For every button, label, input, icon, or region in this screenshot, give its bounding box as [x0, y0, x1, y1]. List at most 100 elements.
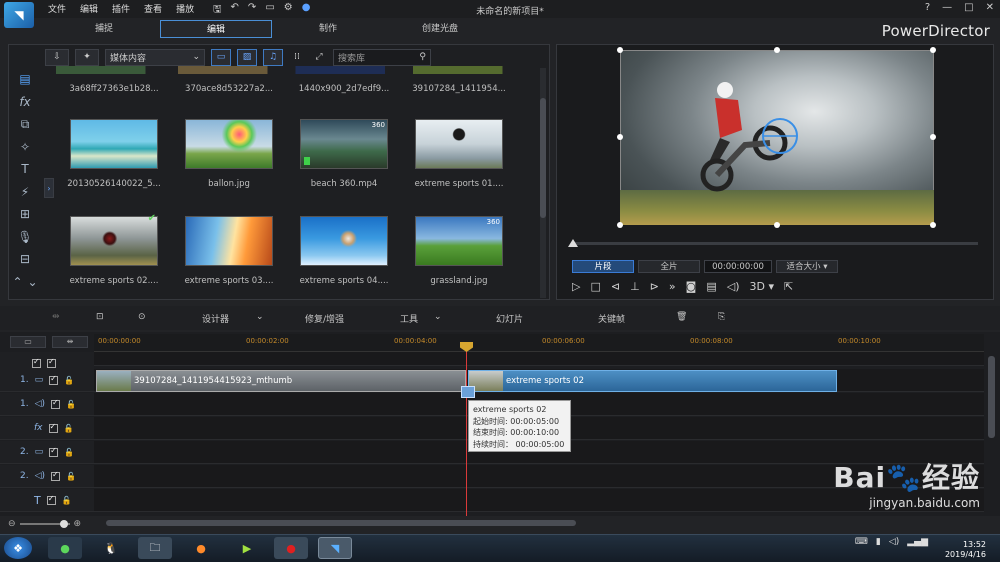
library-item[interactable]: 20130526140022_5... [60, 119, 168, 189]
library-item[interactable]: 360 beach 360.mp4 [290, 119, 398, 189]
filter-audio-icon[interactable]: ♫ [263, 48, 283, 66]
tab-capture[interactable]: 捕捉 [48, 20, 160, 38]
close-button[interactable]: ✕ [986, 2, 994, 13]
lock-icon[interactable]: 🔓 [64, 376, 74, 385]
track-enable-checkbox[interactable] [48, 422, 58, 433]
slideshow-button[interactable]: 幻灯片 [496, 312, 523, 325]
menu-edit[interactable]: 编辑 [80, 2, 98, 15]
next-frame-icon[interactable]: ⊳ [650, 280, 659, 293]
library-item[interactable]: ✔ extreme sports 02.... [60, 213, 168, 286]
zoom-in-icon[interactable]: ⊕ [74, 519, 82, 529]
chapter-room-icon[interactable]: ⊟ [10, 248, 40, 271]
track-enable-checkbox[interactable] [46, 494, 56, 505]
filter-image-icon[interactable]: ▨ [237, 48, 257, 66]
track-manager-icon[interactable]: ▭ [10, 336, 46, 348]
tools-button[interactable]: 工具 [400, 312, 418, 325]
designer-button[interactable]: 设计器 [202, 312, 229, 325]
library-item[interactable]: extreme sports 03.... [175, 216, 283, 286]
timeline-horizontal-scrollbar[interactable] [106, 520, 576, 526]
resize-handle[interactable] [617, 134, 623, 140]
play-icon[interactable]: ▷ [572, 280, 580, 293]
library-search-input[interactable]: 搜索库 ⚲ [333, 48, 431, 66]
redo-icon[interactable]: ↷ [248, 2, 256, 19]
taskbar-app-qq[interactable]: 🐧 [94, 537, 128, 559]
playhead-line[interactable] [466, 344, 467, 516]
preview-timecode[interactable]: 00:00:00:00 [704, 260, 772, 273]
library-scrollbar[interactable] [540, 68, 546, 298]
media-room-icon[interactable]: ▤ [10, 68, 40, 91]
snapshot-icon[interactable]: ◙ [686, 280, 697, 293]
taskbar-app-media[interactable]: ▶ [230, 537, 264, 559]
chevron-down-icon[interactable]: ⌄ [256, 312, 264, 322]
lock-icon[interactable]: 🔓 [64, 424, 74, 433]
expand-icon[interactable]: ⤢ [311, 49, 327, 66]
zoom-slider[interactable] [19, 520, 70, 528]
lock-icon[interactable]: 🔓 [66, 400, 76, 409]
lock-icon[interactable]: 🔓 [64, 448, 74, 457]
crop-icon[interactable]: ⊡ [96, 312, 104, 322]
chevron-down-icon[interactable]: ⌄ [27, 275, 37, 289]
settings-icon[interactable]: ⚙ [284, 2, 293, 19]
library-item[interactable]: extreme sports 04.... [290, 216, 398, 286]
taskbar-app-powerdirector[interactable]: ◥ [318, 537, 352, 559]
pip-room-icon[interactable]: ⧉ [10, 113, 40, 136]
taskbar-app-firefox[interactable]: ● [184, 537, 218, 559]
timeline-vertical-scrollbar[interactable] [988, 356, 995, 438]
resize-handle[interactable] [930, 222, 936, 228]
menu-plugins[interactable]: 插件 [112, 2, 130, 15]
track-enable-checkbox[interactable] [49, 374, 59, 385]
taskbar-app-360[interactable]: ● [48, 537, 82, 559]
tab-create-disc[interactable]: 创建光盘 [384, 20, 496, 38]
expand-library-icon[interactable]: › [44, 178, 54, 198]
split-marker-icon[interactable]: ⊥ [630, 280, 640, 293]
network-icon[interactable]: ▂▄▆ [907, 537, 928, 547]
dropdown-circle-icon[interactable]: ⊙ [138, 312, 146, 322]
start-button[interactable]: ❖ [4, 537, 32, 559]
scrub-knob[interactable] [568, 239, 578, 247]
fast-forward-icon[interactable]: » [669, 280, 676, 293]
particle-room-icon[interactable]: ✧ [10, 136, 40, 159]
resize-handle[interactable] [617, 47, 623, 53]
taskbar-app-recorder[interactable]: ● [274, 537, 308, 559]
resize-handle[interactable] [617, 222, 623, 228]
plugin-icon[interactable]: ✦ [75, 48, 99, 66]
lock-icon[interactable]: 🔓 [62, 496, 72, 505]
import-icon[interactable]: ⇩ [45, 48, 69, 66]
effect-room-icon[interactable]: fx [10, 91, 40, 114]
transition-room-icon[interactable]: ⚡ [10, 181, 40, 204]
tab-edit[interactable]: 编辑 [160, 20, 272, 38]
library-scroll-thumb[interactable] [540, 98, 546, 218]
volume-icon[interactable]: ◁) [727, 280, 740, 293]
audio-mixing-icon[interactable]: ⊞ [10, 203, 40, 226]
taskbar-app-explorer[interactable]: 🗀 [138, 537, 172, 559]
restore-button[interactable]: □ [964, 2, 973, 13]
media-content-dropdown[interactable]: 媒体内容 ⌄ [105, 48, 205, 66]
resize-handle[interactable] [774, 222, 780, 228]
resize-handle[interactable] [930, 47, 936, 53]
chevron-up-icon[interactable]: ⌃ [12, 275, 22, 289]
keyframe-button[interactable]: 关键帧 [598, 312, 625, 325]
resize-handle[interactable] [774, 47, 780, 53]
keyboard-icon[interactable]: ⌨ [855, 537, 868, 547]
fit-timeline-icon[interactable]: ⇹ [52, 336, 88, 348]
previous-frame-icon[interactable]: ⊲ [611, 280, 620, 293]
3d-mode-button[interactable]: 3D ▾ [750, 280, 775, 293]
grid-view-icon[interactable]: ⁞⁞ [289, 49, 305, 66]
stop-icon[interactable]: □ [590, 280, 600, 293]
resize-handle[interactable] [930, 134, 936, 140]
undo-icon[interactable]: ↶ [231, 2, 239, 19]
trash-icon[interactable]: 🗑 [676, 312, 687, 322]
volume-icon[interactable]: ◁) [889, 537, 899, 547]
clip-mode-tab[interactable]: 片段 [572, 260, 634, 273]
taskbar-clock[interactable]: 13:52 2019/4/16 [945, 540, 986, 560]
zoom-out-icon[interactable]: ⊖ [8, 519, 16, 529]
title-room-icon[interactable]: T [10, 158, 40, 181]
track-select-checkbox[interactable] [32, 357, 41, 368]
split-icon[interactable]: ⇹ [52, 312, 60, 322]
track-enable-checkbox[interactable] [49, 446, 59, 457]
lock-icon[interactable]: 🔓 [66, 472, 76, 481]
minimize-button[interactable]: — [942, 2, 952, 13]
fix-enhance-button[interactable]: 修复/增强 [305, 312, 344, 325]
preview-scrub-bar[interactable] [572, 242, 978, 245]
export-icon[interactable]: ⎘ [718, 312, 725, 322]
